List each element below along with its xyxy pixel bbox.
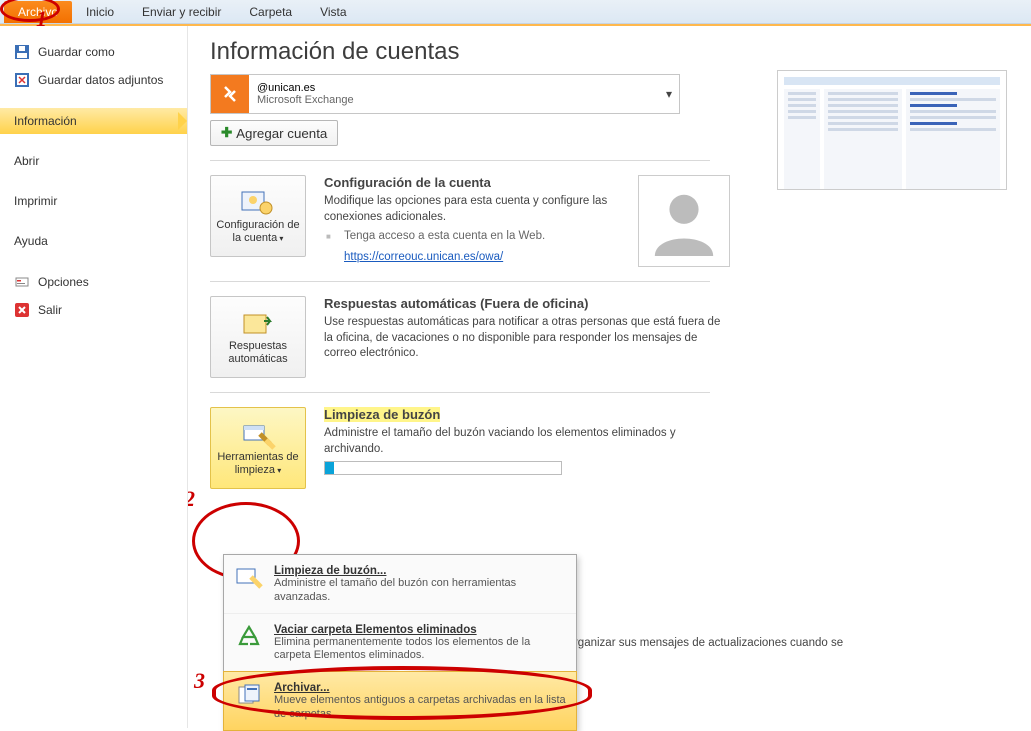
preview-thumbnail bbox=[777, 70, 1007, 190]
exchange-icon bbox=[211, 75, 249, 113]
menu-desc: Elimina permanentemente todos los elemen… bbox=[274, 636, 566, 664]
nav-label: Guardar como bbox=[38, 45, 115, 59]
menu-desc: Administre el tamaño del buzón con herra… bbox=[274, 577, 566, 605]
account-settings-button[interactable]: Configuración de la cuenta ▾ bbox=[210, 175, 306, 257]
nav-information[interactable]: Información bbox=[0, 108, 187, 134]
auto-replies-button[interactable]: Respuestas automáticas bbox=[210, 296, 306, 378]
menu-empty-deleted[interactable]: Vaciar carpeta Elementos eliminados Elim… bbox=[224, 614, 576, 673]
save-icon bbox=[14, 44, 30, 60]
nav-label: Opciones bbox=[38, 275, 89, 289]
nav-save-attachments[interactable]: Guardar datos adjuntos bbox=[0, 66, 187, 94]
tab-enviar[interactable]: Enviar y recibir bbox=[128, 1, 235, 23]
nav-label: Ayuda bbox=[14, 234, 48, 248]
cleanup-icon bbox=[234, 563, 264, 593]
auto-replies-icon bbox=[240, 308, 276, 340]
annotation-num-2: 2 bbox=[188, 486, 195, 512]
nav-options[interactable]: Opciones bbox=[0, 268, 187, 296]
exit-icon bbox=[14, 302, 30, 318]
menu-archive[interactable]: Archivar... Mueve elementos antiguos a c… bbox=[223, 671, 577, 731]
menu-title: Limpieza de buzón... bbox=[274, 565, 386, 577]
file-menu: Guardar como Guardar datos adjuntos Info… bbox=[0, 26, 188, 728]
tab-inicio[interactable]: Inicio bbox=[72, 1, 128, 23]
section-text: Use respuestas automáticas para notifica… bbox=[324, 315, 730, 362]
nav-print[interactable]: Imprimir bbox=[0, 188, 187, 214]
nav-label: Guardar datos adjuntos bbox=[38, 73, 163, 87]
cleanup-dropdown: Limpieza de buzón... Administre el tamañ… bbox=[223, 554, 577, 731]
owa-link[interactable]: https://correouc.unican.es/owa/ bbox=[344, 251, 503, 263]
nav-save-as[interactable]: Guardar como bbox=[0, 38, 187, 66]
nav-label: Salir bbox=[38, 303, 62, 317]
page-title: Información de cuentas bbox=[210, 38, 1009, 66]
menu-title: Vaciar carpeta Elementos eliminados bbox=[274, 624, 477, 636]
menu-mailbox-cleanup[interactable]: Limpieza de buzón... Administre el tamañ… bbox=[224, 555, 576, 614]
cleanup-tools-button[interactable]: Herramientas de limpieza ▾ bbox=[210, 407, 306, 489]
account-type: Microsoft Exchange bbox=[257, 94, 651, 106]
mailbox-usage-bar bbox=[324, 461, 562, 475]
section-heading: Respuestas automáticas (Fuera de oficina… bbox=[324, 296, 730, 311]
tab-carpeta[interactable]: Carpeta bbox=[235, 1, 306, 23]
account-selector[interactable]: @unican.es Microsoft Exchange ▾ bbox=[210, 74, 680, 114]
section-text: Administre el tamaño del buzón vaciando … bbox=[324, 426, 730, 457]
section-auto-replies: Respuestas automáticas Respuestas automá… bbox=[210, 296, 730, 378]
plus-icon: ✚ bbox=[221, 125, 232, 141]
section-cleanup: Herramientas de limpieza ▾ Limpieza de b… bbox=[210, 407, 730, 489]
account-email: @unican.es bbox=[257, 82, 651, 94]
nav-label: Imprimir bbox=[14, 194, 57, 208]
account-settings-icon bbox=[240, 187, 276, 219]
nav-label: Información bbox=[14, 114, 77, 128]
section-heading: Configuración de la cuenta bbox=[324, 175, 616, 190]
tab-archivo[interactable]: Archivo bbox=[4, 1, 72, 23]
section-heading: Limpieza de buzón bbox=[324, 407, 730, 422]
section-account-config: Configuración de la cuenta ▾ Configuraci… bbox=[210, 175, 730, 267]
nav-open[interactable]: Abrir bbox=[0, 148, 187, 174]
menu-desc: Mueve elementos antiguos a carpetas arch… bbox=[274, 694, 566, 722]
add-account-button[interactable]: ✚ Agregar cuenta bbox=[210, 120, 338, 146]
avatar bbox=[638, 175, 730, 267]
recycle-icon bbox=[234, 622, 264, 652]
ribbon: Archivo Inicio Enviar y recibir Carpeta … bbox=[0, 0, 1031, 24]
menu-title: Archivar... bbox=[274, 682, 330, 694]
chevron-down-icon[interactable]: ▾ bbox=[659, 87, 679, 101]
tab-vista[interactable]: Vista bbox=[306, 1, 360, 23]
nav-exit[interactable]: Salir bbox=[0, 296, 187, 324]
add-account-label: Agregar cuenta bbox=[236, 126, 327, 141]
options-icon bbox=[14, 274, 30, 290]
nav-label: Abrir bbox=[14, 154, 39, 168]
rules-partial-text: en a organizar sus mensajes de actualiza… bbox=[542, 636, 882, 652]
cleanup-icon bbox=[240, 419, 276, 451]
section-sub: Tenga acceso a esta cuenta en la Web. bbox=[324, 229, 616, 245]
section-text: Modifique las opciones para esta cuenta … bbox=[324, 194, 616, 225]
archive-icon bbox=[234, 680, 264, 710]
nav-help[interactable]: Ayuda bbox=[0, 228, 187, 254]
attachment-icon bbox=[14, 72, 30, 88]
